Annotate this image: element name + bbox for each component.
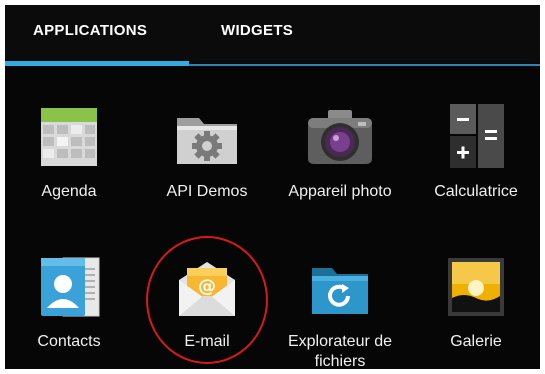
gear-folder-icon	[171, 100, 243, 172]
app-explorateur-de-fichiers[interactable]: Explorateur de fichiers	[275, 250, 405, 369]
app-label: Explorateur de fichiers	[287, 333, 393, 369]
tab-widgets[interactable]: WIDGETS	[221, 22, 293, 46]
app-galerie[interactable]: Galerie	[411, 250, 540, 352]
app-api-demos[interactable]: API Demos	[142, 100, 272, 202]
tab-bar: APPLICATIONS WIDGETS	[5, 5, 540, 63]
camera-icon	[304, 100, 376, 172]
app-label: Agenda	[41, 183, 97, 200]
tab-selected-indicator	[5, 61, 189, 66]
app-appareil-photo[interactable]: Appareil photo	[275, 100, 405, 202]
app-label: Calculatrice	[434, 183, 518, 200]
app-label: Appareil photo	[288, 183, 392, 200]
calculator-icon	[440, 100, 512, 172]
app-agenda[interactable]: Agenda	[5, 100, 134, 202]
app-contacts[interactable]: Contacts	[5, 250, 134, 352]
gallery-icon	[440, 250, 512, 322]
app-label: Contacts	[37, 333, 101, 350]
file-explorer-icon	[304, 250, 376, 322]
app-label: Galerie	[450, 333, 502, 350]
app-drawer-screen: APPLICATIONS WIDGETS Agenda API Demos Ap…	[5, 5, 540, 369]
svg-text:@: @	[198, 276, 216, 297]
app-label: API Demos	[166, 183, 248, 200]
app-label: E-mail	[184, 333, 230, 350]
email-icon: @	[171, 250, 243, 322]
app-email[interactable]: @ E-mail	[142, 250, 272, 352]
contacts-icon	[33, 250, 105, 322]
app-calculatrice[interactable]: Calculatrice	[411, 100, 540, 202]
tab-applications[interactable]: APPLICATIONS	[33, 22, 147, 46]
calendar-icon	[33, 100, 105, 172]
